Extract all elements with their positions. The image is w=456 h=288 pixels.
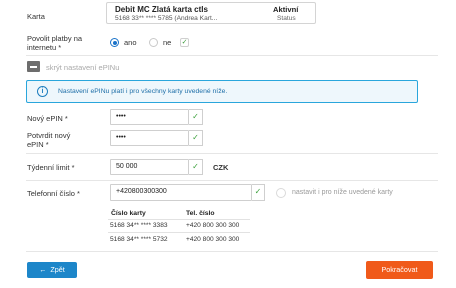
arrow-left-icon: ← bbox=[39, 265, 47, 274]
card-number: 5168 33** **** 5785 (Andrea Kart... bbox=[115, 15, 218, 22]
section-divider-3 bbox=[26, 180, 438, 181]
apply-phone-all-checkbox[interactable] bbox=[276, 188, 286, 198]
weekly-limit-valid-check-icon: ✓ bbox=[189, 159, 203, 175]
new-epin-valid-check-icon: ✓ bbox=[189, 109, 203, 125]
section-divider-2 bbox=[26, 153, 438, 154]
epin-info-box: i Nastavení ePINu platí i pro všechny ka… bbox=[26, 80, 418, 103]
card-status-value: Aktivní bbox=[273, 5, 299, 14]
table-row-2-card: 5168 34** **** 5732 bbox=[110, 236, 168, 243]
weekly-limit-label: Týdenní limit * bbox=[27, 163, 75, 172]
section-divider-4 bbox=[26, 251, 438, 252]
internet-yes-label[interactable]: ano bbox=[124, 38, 137, 47]
card-selector[interactable]: Debit MC Zlatá karta ctls 5168 33** ****… bbox=[106, 2, 316, 24]
collapse-minus-icon[interactable] bbox=[27, 61, 40, 72]
phone-valid-check-icon: ✓ bbox=[252, 184, 265, 201]
table-header-card-number: Číslo karty bbox=[111, 210, 146, 217]
internet-payments-label-line2: internetu * bbox=[27, 43, 62, 52]
phone-label: Telefonní číslo * bbox=[27, 189, 80, 198]
card-label: Karta bbox=[27, 12, 45, 21]
continue-button[interactable]: Pokračovat bbox=[366, 261, 433, 279]
internet-no-label[interactable]: ne bbox=[163, 38, 171, 47]
weekly-limit-input[interactable]: 50 000 bbox=[110, 159, 189, 175]
confirm-epin-input[interactable]: •••• bbox=[110, 130, 189, 146]
apply-phone-all-label: nastavit i pro níže uvedené karty bbox=[292, 189, 393, 196]
internet-no-radio[interactable] bbox=[149, 38, 158, 47]
card-status-label: Status bbox=[277, 15, 296, 22]
confirm-epin-label-line2: ePIN * bbox=[27, 140, 49, 149]
weekly-limit-currency: CZK bbox=[213, 163, 229, 172]
new-epin-label: Nový ePIN * bbox=[27, 114, 68, 123]
table-row-2-phone: +420 800 300 300 bbox=[186, 236, 240, 243]
card-name: Debit MC Zlatá karta ctls bbox=[115, 5, 208, 14]
back-button-label: Zpět bbox=[50, 265, 65, 274]
back-button[interactable]: ← Zpět bbox=[27, 262, 77, 278]
info-icon: i bbox=[37, 86, 48, 97]
confirm-epin-valid-check-icon: ✓ bbox=[189, 130, 203, 146]
section-divider bbox=[26, 55, 438, 56]
phone-input[interactable]: +420800300300 bbox=[110, 184, 252, 201]
table-row-1-phone: +420 800 300 300 bbox=[186, 222, 240, 229]
internet-payments-label-line1: Povolit platby na bbox=[27, 34, 83, 43]
epin-info-text: Nastavení ePINu platí i pro všechny kart… bbox=[58, 88, 228, 95]
table-header-divider bbox=[108, 219, 250, 220]
new-epin-input[interactable]: •••• bbox=[110, 109, 189, 125]
table-header-phone: Tel. číslo bbox=[186, 210, 215, 217]
internet-yes-radio[interactable] bbox=[110, 38, 119, 47]
table-row-divider bbox=[108, 232, 250, 233]
hide-epin-settings-link[interactable]: skrýt nastavení ePINu bbox=[46, 63, 119, 72]
internet-confirm-check-icon: ✓ bbox=[180, 38, 189, 47]
confirm-epin-label-line1: Potvrdit nový bbox=[27, 131, 71, 140]
table-row-1-card: 5168 34** **** 3383 bbox=[110, 222, 168, 229]
